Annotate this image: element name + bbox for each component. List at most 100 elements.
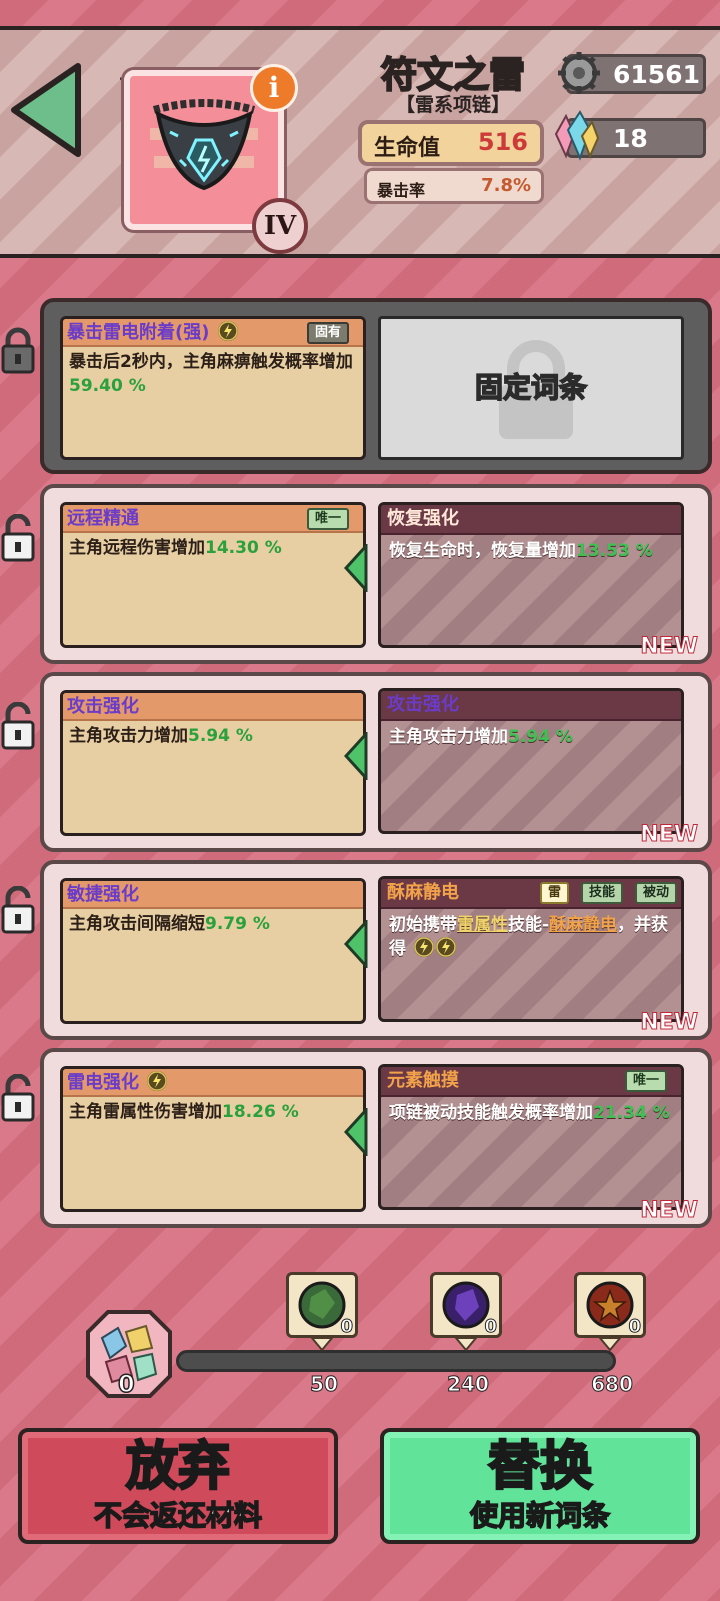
unique-tag: 唯一 xyxy=(624,1070,667,1092)
affix-desc-text: 主角攻击力增加 xyxy=(69,726,188,746)
affix-value: 59.40 % xyxy=(69,376,146,396)
passive-tag: 被动 xyxy=(634,882,677,904)
thunder-tag: 雷 xyxy=(539,882,569,904)
unlocked-padlock-icon[interactable] xyxy=(0,514,36,564)
current-affix-card[interactable]: 远程精通 唯一 主角远程伤害增加14.30 % xyxy=(60,502,366,648)
new-affix-card[interactable]: 元素触摸 唯一 项链被动技能触发概率增加21.34 % xyxy=(378,1064,684,1210)
affix-description: 主角攻击力增加5.94 % xyxy=(63,721,363,751)
unlocked-padlock-icon[interactable] xyxy=(0,702,36,752)
affix-desc-text: 项链被动技能触发概率增加 xyxy=(389,1103,593,1123)
sub-stat: 暴击率 7.8% xyxy=(364,168,544,204)
affix-row-5: 雷电强化 主角雷属性伤害增加18.26 % 元素触摸 唯一 项链被动技能触发概率… xyxy=(40,1048,712,1228)
info-icon[interactable]: i xyxy=(250,64,298,112)
milestone-reward-2[interactable]: 0 xyxy=(430,1272,502,1338)
affix-title: 恢复强化 xyxy=(387,508,459,529)
milestone-reward-3[interactable]: 0 xyxy=(574,1272,646,1338)
affix-title: 敏捷强化 xyxy=(67,884,139,905)
affix-description: 主角远程伤害增加14.30 % xyxy=(63,533,363,563)
fixed-affix-placeholder: 固定词条 xyxy=(378,316,684,460)
lightning-icon xyxy=(435,937,456,957)
main-stat-value: 516 xyxy=(477,128,528,156)
affix-desc-text: 初始携带 xyxy=(389,915,457,935)
affix-row-4: 敏捷强化 主角攻击间隔缩短9.79 % 酥麻静电 雷 技能 被动 初始携带雷属性… xyxy=(40,860,712,1040)
affix-description: 暴击后2秒内，主角麻痹触发概率增加 59.40 % xyxy=(63,347,363,401)
affix-desc-text: 主角远程伤害增加 xyxy=(69,538,205,558)
sub-stat-value: 7.8% xyxy=(481,175,531,196)
locked-padlock-icon[interactable] xyxy=(0,326,36,376)
affix-title-bar: 雷电强化 xyxy=(63,1069,363,1097)
affix-desc-text: 主角攻击间隔缩短 xyxy=(69,914,205,934)
affix-description: 主角雷属性伤害增加18.26 % xyxy=(63,1097,363,1127)
new-badge: NEW xyxy=(640,822,699,848)
affix-title: 暴击雷电附着(强) xyxy=(67,322,210,343)
current-affix-card[interactable]: 攻击强化 主角攻击力增加5.94 % xyxy=(60,690,366,836)
milestone-pointer xyxy=(454,1337,478,1352)
affix-desc-text: 暴击后2秒内，主角麻痹触发概率增加 xyxy=(69,352,353,372)
replace-arrow-icon xyxy=(344,732,368,780)
affix-title-bar: 远程精通 唯一 xyxy=(63,505,363,533)
main-stat: 生命值 516 xyxy=(358,120,544,166)
milestone-count: 0 xyxy=(628,1316,641,1338)
affix-row-3: 攻击强化 主角攻击力增加5.94 % 攻击强化 主角攻击力增加5.94 % NE… xyxy=(40,672,712,852)
lightning-icon xyxy=(413,937,434,957)
affix-value: 5.94 % xyxy=(188,726,253,746)
affix-description: 初始携带雷属性技能-酥麻静电，并获得 xyxy=(381,909,681,965)
tier-badge: IV xyxy=(252,198,308,254)
new-badge: NEW xyxy=(640,1198,699,1224)
replace-sublabel: 使用新词条 xyxy=(469,1498,611,1533)
new-affix-card[interactable]: 酥麻静电 雷 技能 被动 初始携带雷属性技能-酥麻静电，并获得 xyxy=(378,876,684,1022)
discard-label: 放弃 xyxy=(125,1436,232,1499)
affix-title: 雷电强化 xyxy=(67,1072,139,1093)
replace-arrow-icon xyxy=(344,544,368,592)
item-type: 【雷系项链】 xyxy=(395,94,510,116)
affix-title-bar: 敏捷强化 xyxy=(63,881,363,909)
affix-value: 9.79 % xyxy=(205,914,270,934)
affix-title: 攻击强化 xyxy=(67,696,139,717)
new-badge: NEW xyxy=(640,634,699,660)
affix-desc-text: 恢复生命时，恢复量增加 xyxy=(389,541,576,561)
affix-value: 13.53 % xyxy=(576,541,653,561)
crystal-currency-icon xyxy=(554,110,600,161)
skill-tag: 技能 xyxy=(580,882,623,904)
discard-button[interactable]: 放弃 不会返还材料 xyxy=(18,1428,338,1544)
current-affix-card[interactable]: 雷电强化 主角雷属性伤害增加18.26 % xyxy=(60,1066,366,1212)
new-affix-card[interactable]: 恢复强化 恢复生命时，恢复量增加13.53 % xyxy=(378,502,684,648)
gem-amount: 18 xyxy=(613,124,648,153)
discard-sublabel: 不会返还材料 xyxy=(93,1498,263,1533)
affix-value: 5.94 % xyxy=(508,727,573,747)
fixed-affix-label: 固定词条 xyxy=(474,370,588,405)
affix-title-bar: 攻击强化 xyxy=(63,693,363,721)
gold-amount: 61561 xyxy=(613,60,700,89)
current-affix-card[interactable]: 暴击雷电附着(强) 固有 暴击后2秒内，主角麻痹触发概率增加 59.40 % xyxy=(60,316,366,460)
milestone-threshold: 680 xyxy=(591,1372,634,1397)
main-stat-label: 生命值 xyxy=(374,136,441,161)
affix-desc-text: 主角雷属性伤害增加 xyxy=(69,1102,222,1122)
replace-arrow-icon xyxy=(344,1108,368,1156)
unlocked-padlock-icon[interactable] xyxy=(0,886,36,936)
material-progress-bar xyxy=(176,1350,616,1372)
milestone-reward-1[interactable]: 0 xyxy=(286,1272,358,1338)
unlocked-padlock-icon[interactable] xyxy=(0,1074,36,1124)
gear-currency-icon xyxy=(558,52,600,94)
affix-title-bar: 恢复强化 xyxy=(381,505,681,535)
back-arrow-icon[interactable] xyxy=(8,60,84,160)
item-header: +1 i IV 符文之雷 【雷系项链】 生命值 516 暴击率 7.8% 615… xyxy=(0,26,720,258)
inherent-tag: 固有 xyxy=(306,322,349,344)
affix-title-bar: 元素触摸 唯一 xyxy=(381,1067,681,1097)
affix-value: 18.26 % xyxy=(222,1102,299,1122)
affix-value: 21.34 % xyxy=(593,1103,670,1123)
replace-button[interactable]: 替换 使用新词条 xyxy=(380,1428,700,1544)
affix-description: 恢复生命时，恢复量增加13.53 % xyxy=(381,535,681,567)
affix-title-bar: 酥麻静电 雷 技能 被动 xyxy=(381,879,681,909)
milestone-count: 0 xyxy=(484,1316,497,1338)
replace-arrow-icon xyxy=(344,920,368,968)
milestone-count: 0 xyxy=(340,1316,353,1338)
new-affix-card[interactable]: 攻击强化 主角攻击力增加5.94 % xyxy=(378,688,684,834)
lightning-icon xyxy=(217,321,238,341)
current-affix-card[interactable]: 敏捷强化 主角攻击间隔缩短9.79 % xyxy=(60,878,366,1024)
affix-title: 酥麻静电 xyxy=(387,882,459,903)
affix-title: 远程精通 xyxy=(67,508,139,529)
unique-tag: 唯一 xyxy=(306,508,349,530)
material-count: 0 xyxy=(117,1369,135,1399)
milestone-pointer xyxy=(598,1337,622,1352)
